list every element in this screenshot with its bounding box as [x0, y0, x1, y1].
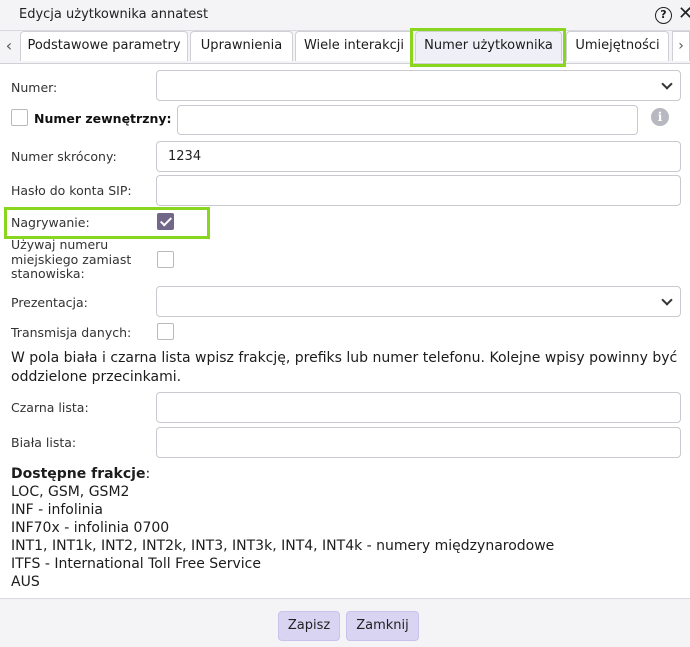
numer-select[interactable] — [156, 70, 681, 101]
chevron-down-icon — [661, 78, 673, 90]
numer-skrocony-input[interactable]: 1234 — [156, 141, 681, 172]
tab-scroll-left-icon[interactable]: ‹ — [0, 31, 18, 63]
transmisja-checkbox[interactable] — [157, 323, 174, 340]
fraction-line: AUS — [11, 574, 40, 590]
czarna-lista-input[interactable] — [156, 392, 681, 423]
numer-skrocony-value: 1234 — [168, 149, 202, 164]
numer-zewnetrzny-label: Numer zewnętrzny: — [34, 111, 172, 126]
dialog-footer: Zapisz Zamknij — [0, 598, 690, 647]
uzywaj-numeru-label: Używaj numeru miejskiego zamiast stanowi… — [11, 237, 132, 282]
lists-instruction-text: W pola biała i czarna lista wpisz frakcj… — [11, 350, 678, 385]
uzywaj-numeru-label-line-1: Używaj numeru — [11, 237, 109, 252]
numer-zewnetrzny-input[interactable] — [177, 105, 638, 135]
numer-zewnetrzny-checkbox[interactable] — [11, 109, 28, 126]
numer-skrocony-label: Numer skrócony: — [11, 149, 117, 164]
haslo-sip-label: Hasło do konta SIP: — [11, 183, 132, 198]
fraction-line: LOC, GSM, GSM2 — [11, 484, 130, 500]
czarna-lista-label: Czarna lista: — [11, 400, 89, 415]
window-title: Edycja użytkownika annatest — [19, 7, 209, 22]
tab-bar: ‹ Podstawowe parametry Uprawnienia Wiele… — [0, 31, 690, 64]
fraction-line: INF70x - infolinia 0700 — [11, 520, 170, 536]
tab-uprawnienia[interactable]: Uprawnienia — [190, 31, 293, 61]
uzywaj-numeru-label-line-2: miejskiego zamiast — [11, 251, 132, 267]
tab-podstawowe-parametry[interactable]: Podstawowe parametry — [20, 31, 188, 61]
fraction-line: INT1, INT1k, INT2, INT2k, INT3, INT3k, I… — [11, 538, 555, 554]
fraction-line: INF - infolinia — [11, 502, 103, 518]
uzywaj-numeru-checkbox[interactable] — [157, 251, 174, 268]
biala-lista-input[interactable] — [156, 427, 681, 458]
tab-scroll-right-icon[interactable]: › — [672, 31, 690, 61]
transmisja-label: Transmisja danych: — [11, 325, 132, 340]
prezentacja-label: Prezentacja: — [11, 295, 88, 310]
available-fractions: Dostępne frakcje: LOC, GSM, GSM2 INF - i… — [11, 465, 554, 591]
haslo-sip-input[interactable] — [156, 175, 681, 206]
info-icon[interactable]: i — [651, 108, 669, 126]
nagrywanie-checkbox[interactable] — [157, 213, 174, 230]
chevron-down-icon — [661, 294, 673, 306]
help-icon[interactable]: ? — [655, 7, 672, 24]
uzywaj-numeru-label-line-3: stanowiska: — [11, 266, 85, 281]
tab-umiejetnosci[interactable]: Umiejętności — [566, 31, 669, 61]
close-button[interactable]: Zamknij — [346, 611, 419, 641]
title-bar: Edycja użytkownika annatest ? ✕ — [0, 0, 690, 31]
fractions-heading: Dostępne frakcje — [11, 466, 146, 482]
numer-label: Numer: — [11, 80, 58, 95]
fractions-heading-colon: : — [145, 466, 151, 482]
fraction-line: ITFS - International Toll Free Service — [11, 556, 261, 572]
biala-lista-label: Biała lista: — [11, 435, 77, 450]
prezentacja-select[interactable] — [156, 286, 681, 317]
save-button[interactable]: Zapisz — [278, 611, 340, 641]
nagrywanie-label: Nagrywanie: — [11, 215, 90, 230]
tab-wiele-interakcji[interactable]: Wiele interakcji — [295, 31, 413, 61]
close-icon[interactable]: ✕ — [678, 4, 690, 24]
tab-numer-uzytkownika[interactable]: Numer użytkownika — [415, 31, 562, 61]
